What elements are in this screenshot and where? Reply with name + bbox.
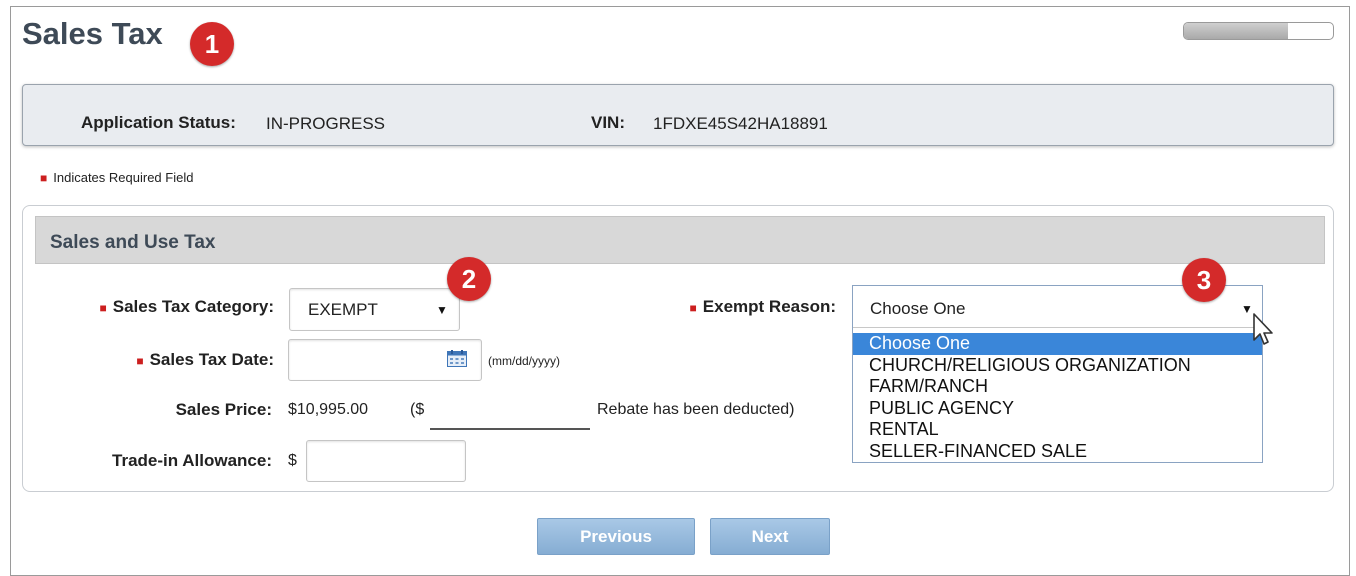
option-public-agency[interactable]: PUBLIC AGENCY: [853, 398, 1262, 420]
dropdown-arrow-icon: ▼: [436, 303, 448, 317]
exempt-reason-options: Choose One CHURCH/RELIGIOUS ORGANIZATION…: [853, 333, 1262, 462]
rebate-suffix: Rebate has been deducted): [597, 401, 795, 418]
previous-button[interactable]: Previous: [537, 518, 695, 555]
sales-tax-category-value: EXEMPT: [308, 300, 378, 319]
callout-badge-3: 3: [1182, 258, 1226, 302]
application-status-bar: Application Status: IN-PROGRESS VIN: 1FD…: [22, 84, 1334, 146]
exempt-reason-label: ■ Exempt Reason:: [689, 297, 836, 316]
option-farm-ranch[interactable]: FARM/RANCH: [853, 376, 1262, 398]
required-asterisk-icon: ■: [40, 170, 48, 185]
progress-bar: [1183, 22, 1334, 40]
rebate-prefix: ($: [410, 401, 425, 418]
exempt-reason-select[interactable]: Choose One ▼ Choose One CHURCH/RELIGIOUS…: [852, 285, 1263, 463]
option-church-religious-organization[interactable]: CHURCH/RELIGIOUS ORGANIZATION: [853, 355, 1262, 377]
option-rental[interactable]: RENTAL: [853, 419, 1262, 441]
required-asterisk-icon: ■: [136, 354, 144, 368]
next-button[interactable]: Next: [710, 518, 830, 555]
required-asterisk-icon: ■: [689, 301, 697, 315]
section-title: Sales and Use Tax: [35, 216, 1325, 264]
trade-in-allowance-label: Trade-in Allowance:: [112, 451, 272, 470]
option-seller-financed-sale[interactable]: SELLER-FINANCED SALE: [853, 441, 1262, 463]
sales-price-value: $10,995.00: [288, 401, 369, 418]
trade-in-currency: $: [288, 452, 297, 469]
sales-tax-category-select[interactable]: EXEMPT ▼: [289, 288, 460, 331]
progress-fill: [1184, 23, 1289, 39]
vin-value: 1FDXE45S42HA18891: [653, 114, 828, 133]
sales-price-label: Sales Price:: [175, 400, 272, 419]
mouse-cursor-icon: [1253, 313, 1273, 345]
required-field-note: ■ Indicates Required Field: [40, 170, 193, 185]
required-asterisk-icon: ■: [99, 301, 107, 315]
date-format-hint: (mm/dd/yyyy): [488, 354, 560, 368]
trade-in-allowance-input[interactable]: [306, 440, 466, 482]
page-title: Sales Tax: [22, 16, 163, 51]
application-status-label: Application Status:: [81, 113, 236, 132]
calendar-icon[interactable]: [447, 350, 467, 367]
required-field-note-text: Indicates Required Field: [53, 170, 194, 185]
callout-badge-2: 2: [447, 257, 491, 301]
rebate-amount-input[interactable]: [430, 428, 590, 430]
option-choose-one[interactable]: Choose One: [853, 333, 1262, 355]
callout-badge-1: 1: [190, 22, 234, 66]
exempt-reason-value: Choose One: [870, 299, 966, 318]
vin-label: VIN:: [591, 113, 625, 132]
sales-tax-category-label: ■ Sales Tax Category:: [99, 297, 274, 316]
sales-tax-date-label: ■ Sales Tax Date:: [136, 350, 274, 369]
application-status-value: IN-PROGRESS: [266, 114, 386, 133]
